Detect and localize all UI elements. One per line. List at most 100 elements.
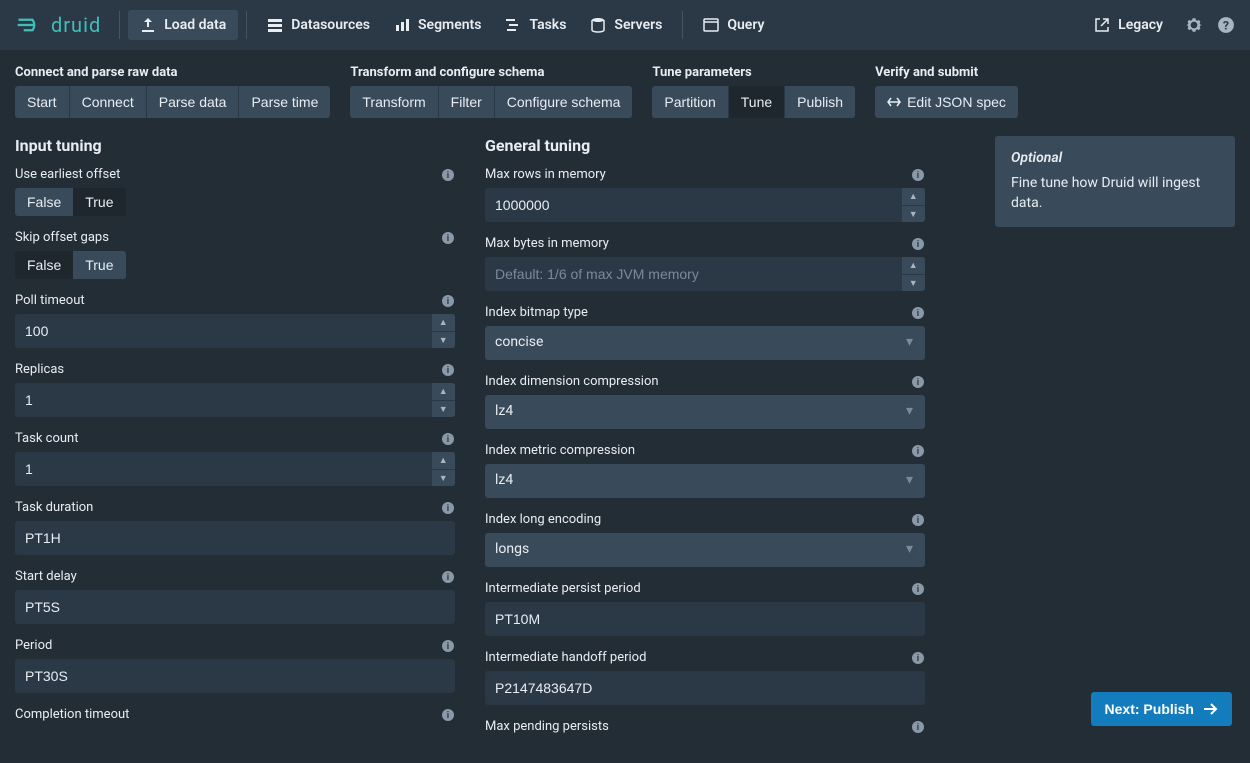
multilayer-icon (267, 17, 283, 33)
gantt-chart-icon (505, 17, 521, 33)
index-dimension-compression-select[interactable]: lz4 (485, 395, 925, 429)
start-delay-input[interactable] (15, 590, 455, 624)
skip-offset-gaps-false[interactable]: False (15, 251, 73, 279)
info-icon[interactable]: i (911, 582, 925, 596)
share-icon (1094, 17, 1110, 33)
tab-parse-time[interactable]: Parse time (238, 86, 330, 118)
spinner-down[interactable]: ▼ (431, 470, 455, 487)
info-icon[interactable]: i (911, 168, 925, 182)
info-icon[interactable]: i (911, 720, 925, 734)
svg-text:i: i (917, 240, 919, 250)
brand-text: druid (51, 13, 101, 37)
nav-load-data[interactable]: Load data (128, 10, 238, 40)
navbar: druid Load data Datasources Segments Tas… (0, 0, 1250, 50)
max-pending-persists-label: Max pending persists (485, 719, 609, 734)
replicas-input[interactable] (15, 383, 431, 417)
task-count-input[interactable] (15, 452, 431, 486)
tab-edit-json-spec[interactable]: Edit JSON spec (875, 86, 1018, 118)
max-rows-in-memory-input[interactable] (485, 188, 901, 222)
svg-text:i: i (917, 378, 919, 388)
nav-query[interactable]: Query (691, 10, 776, 40)
spinner-up[interactable]: ▲ (431, 383, 455, 401)
next-publish-button[interactable]: Next: Publish (1091, 692, 1232, 726)
input-tuning-column: Input tuning Use earliest offset i False… (15, 136, 455, 748)
svg-text:i: i (447, 711, 449, 721)
nav-tasks[interactable]: Tasks (493, 10, 578, 40)
svg-text:i: i (447, 435, 449, 445)
info-icon[interactable]: i (441, 639, 455, 653)
index-metric-compression-label: Index metric compression (485, 443, 635, 458)
nav-segments[interactable]: Segments (382, 10, 493, 40)
tab-start[interactable]: Start (15, 86, 69, 118)
info-icon[interactable]: i (911, 375, 925, 389)
use-earliest-offset-true[interactable]: True (73, 188, 125, 216)
use-earliest-offset-false[interactable]: False (15, 188, 73, 216)
tab-configure-schema[interactable]: Configure schema (494, 86, 633, 118)
spinner-up[interactable]: ▲ (431, 314, 455, 332)
index-dimension-compression-label: Index dimension compression (485, 374, 659, 389)
svg-text:i: i (917, 723, 919, 733)
index-metric-compression-select[interactable]: lz4 (485, 464, 925, 498)
group-tune-label: Tune parameters (652, 65, 855, 80)
info-icon[interactable]: i (911, 513, 925, 527)
use-earliest-offset-toggle: False True (15, 188, 126, 216)
info-icon[interactable]: i (911, 237, 925, 251)
index-bitmap-type-label: Index bitmap type (485, 305, 588, 320)
index-bitmap-type-select[interactable]: concise (485, 326, 925, 360)
period-label: Period (15, 638, 52, 653)
svg-text:i: i (917, 309, 919, 319)
info-icon[interactable]: i (441, 432, 455, 446)
info-icon[interactable]: i (441, 294, 455, 308)
tab-transform[interactable]: Transform (350, 86, 437, 118)
nav-separator (119, 11, 120, 39)
task-duration-input[interactable] (15, 521, 455, 555)
tab-parse-data[interactable]: Parse data (146, 86, 239, 118)
info-icon[interactable]: i (441, 708, 455, 722)
group-connect-label: Connect and parse raw data (15, 65, 330, 80)
intermediate-handoff-period-label: Intermediate handoff period (485, 650, 646, 665)
spinner-down[interactable]: ▼ (901, 206, 925, 223)
info-icon[interactable]: i (441, 501, 455, 515)
spinner-up[interactable]: ▲ (901, 188, 925, 206)
help-icon[interactable]: ? (1217, 16, 1235, 34)
intermediate-persist-period-input[interactable] (485, 602, 925, 636)
nav-servers[interactable]: Servers (578, 10, 674, 40)
intermediate-persist-period-label: Intermediate persist period (485, 581, 641, 596)
svg-text:i: i (917, 516, 919, 526)
index-long-encoding-select[interactable]: longs (485, 533, 925, 567)
stacked-chart-icon (394, 17, 410, 33)
spinner-up[interactable]: ▲ (901, 257, 925, 275)
spinner-down[interactable]: ▼ (431, 332, 455, 349)
info-icon[interactable]: i (441, 363, 455, 377)
info-icon[interactable]: i (441, 231, 455, 245)
nav-separator (246, 11, 247, 39)
info-panel-body: Fine tune how Druid will ingest data. (1011, 174, 1219, 213)
general-tuning-title: General tuning (485, 136, 925, 155)
task-count-label: Task count (15, 431, 78, 446)
poll-timeout-input[interactable] (15, 314, 431, 348)
info-icon[interactable]: i (911, 306, 925, 320)
intermediate-handoff-period-input[interactable] (485, 671, 925, 705)
spinner-up[interactable]: ▲ (431, 452, 455, 470)
tab-connect[interactable]: Connect (69, 86, 146, 118)
period-input[interactable] (15, 659, 455, 693)
info-icon[interactable]: i (441, 570, 455, 584)
skip-offset-gaps-true[interactable]: True (73, 251, 125, 279)
tab-tune[interactable]: Tune (728, 86, 784, 118)
tab-publish[interactable]: Publish (784, 86, 855, 118)
nav-legacy[interactable]: Legacy (1082, 10, 1175, 40)
nav-separator (682, 11, 683, 39)
gear-icon[interactable] (1185, 16, 1203, 34)
spinner-down[interactable]: ▼ (431, 401, 455, 418)
info-icon[interactable]: i (911, 651, 925, 665)
nav-datasources[interactable]: Datasources (255, 10, 382, 40)
spinner-down[interactable]: ▼ (901, 275, 925, 292)
info-icon[interactable]: i (441, 168, 455, 182)
max-bytes-in-memory-input[interactable] (485, 257, 901, 291)
tab-partition[interactable]: Partition (652, 86, 727, 118)
info-icon[interactable]: i (911, 444, 925, 458)
replicas-label: Replicas (15, 362, 64, 377)
application-icon (703, 17, 719, 33)
tab-filter[interactable]: Filter (438, 86, 494, 118)
start-delay-label: Start delay (15, 569, 77, 584)
